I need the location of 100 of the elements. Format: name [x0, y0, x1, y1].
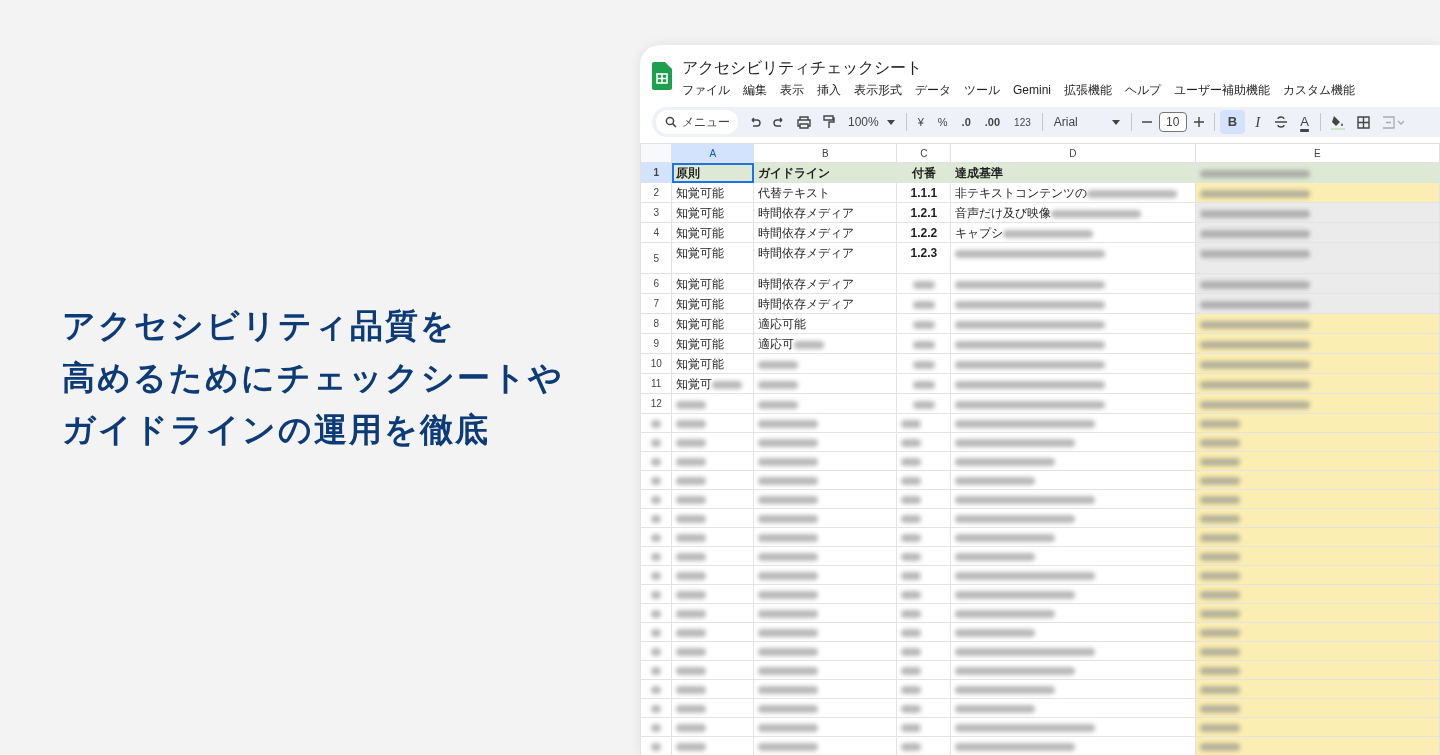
blurred-text: [901, 647, 922, 656]
column-header[interactable]: D: [950, 143, 1196, 163]
blurred-text: [676, 438, 707, 447]
table-cell: 1.2.3: [910, 246, 938, 260]
blurred-text: [758, 571, 819, 580]
document-title[interactable]: アクセシビリティチェックシート: [682, 57, 1355, 79]
menu-item[interactable]: 挿入: [817, 81, 841, 99]
number-format-button[interactable]: 123: [1008, 110, 1037, 134]
menu-item[interactable]: 表示形式: [854, 81, 902, 99]
blurred-text: [758, 400, 799, 409]
blurred-text: [651, 571, 662, 580]
table-cell: 知覚可能: [676, 206, 725, 220]
table-cell: 時間依存メディア: [758, 277, 855, 291]
fill-color-icon[interactable]: [1330, 114, 1345, 130]
column-header[interactable]: E: [1195, 143, 1440, 163]
decrease-decimal-button[interactable]: .0: [955, 110, 977, 134]
menu-item[interactable]: 表示: [780, 81, 804, 99]
percent-button[interactable]: %: [931, 110, 954, 134]
blurred-text: [651, 514, 662, 523]
blurred-text: [1199, 685, 1240, 694]
blurred-text: [758, 476, 819, 485]
blurred-text: [758, 609, 819, 618]
blurred-text: [1199, 742, 1240, 751]
increase-decimal-button[interactable]: .00: [978, 110, 1007, 134]
blurred-text: [1199, 438, 1240, 447]
merge-cells-icon[interactable]: [1381, 115, 1404, 129]
spreadsheet-logo-icon[interactable]: [652, 62, 672, 90]
blurred-text: [1199, 704, 1240, 713]
menu-item[interactable]: ヘルプ: [1125, 81, 1161, 99]
menu-item[interactable]: 拡張機能: [1064, 81, 1112, 99]
menu-item[interactable]: 編集: [743, 81, 767, 99]
bold-button[interactable]: B: [1219, 110, 1246, 134]
table-cell: 1.1.1: [910, 186, 938, 200]
blurred-text: [758, 704, 819, 713]
blurred-text: [901, 571, 922, 580]
blurred-text: [1199, 514, 1240, 523]
blurred-text: [901, 666, 922, 675]
currency-button[interactable]: ¥: [911, 110, 930, 134]
font-size-field[interactable]: 10: [1158, 112, 1187, 132]
blurred-text: [651, 495, 662, 504]
column-header[interactable]: A: [671, 143, 754, 163]
blurred-text: [1199, 628, 1240, 637]
blurred-text: [758, 590, 819, 599]
blurred-text: [901, 685, 922, 694]
redo-icon[interactable]: [773, 116, 785, 128]
blurred-text: [901, 514, 922, 523]
blurred-text: [651, 419, 662, 428]
blurred-text: [912, 400, 935, 409]
blurred-text: [651, 590, 662, 599]
blurred-text: [676, 571, 707, 580]
column-title: 付番: [911, 166, 936, 180]
menu-item[interactable]: ツール: [964, 81, 1000, 99]
row-number: 7: [640, 293, 672, 314]
blurred-text: [676, 419, 707, 428]
row-number: 3: [640, 202, 672, 223]
blurred-text: [1199, 609, 1240, 618]
blurred-text: [676, 495, 707, 504]
blurred-text: [1199, 723, 1240, 732]
blurred-text: [676, 457, 707, 466]
blurred-text: [676, 590, 707, 599]
blurred-text: [901, 438, 922, 447]
menu-item[interactable]: カスタム機能: [1283, 81, 1355, 99]
column-header[interactable]: B: [753, 143, 897, 163]
menu-item[interactable]: ユーザー補助機能: [1174, 81, 1270, 99]
table-cell: 知覚可能: [676, 337, 725, 351]
print-icon[interactable]: [797, 115, 811, 129]
blurred-text: [901, 495, 922, 504]
italic-button[interactable]: I: [1247, 110, 1269, 134]
menu-item[interactable]: Gemini: [1013, 81, 1051, 99]
blurred-text: [1199, 666, 1240, 675]
blurred-text: [758, 552, 819, 561]
strikethrough-icon[interactable]: [1275, 116, 1288, 128]
headline-line: ガイドラインの運用を徹底: [62, 409, 490, 450]
blurred-text: [676, 514, 707, 523]
column-header[interactable]: C: [896, 143, 951, 163]
headline-line: 高めるためにチェックシートや: [62, 357, 564, 398]
blurred-text: [712, 380, 743, 389]
blurred-text: [758, 685, 819, 694]
blurred-text: [651, 723, 662, 732]
borders-icon[interactable]: [1356, 115, 1370, 129]
row-number: 10: [640, 353, 672, 374]
blurred-text: [676, 400, 707, 409]
undo-icon[interactable]: [749, 116, 761, 128]
row-number: 4: [640, 222, 672, 243]
blurred-text: [758, 419, 819, 428]
blurred-text: [1199, 647, 1240, 656]
blurred-text: [758, 742, 819, 751]
menu-search-field[interactable]: メニュー: [656, 110, 738, 134]
row-number: 2: [640, 182, 672, 203]
table-cell: キャプシ: [955, 226, 1004, 240]
zoom-dropdown[interactable]: 100%: [842, 110, 901, 134]
menu-item[interactable]: データ: [915, 81, 951, 99]
text-color-button[interactable]: A: [1294, 110, 1315, 134]
blurred-text: [676, 609, 707, 618]
menu-item[interactable]: ファイル: [682, 81, 730, 99]
blurred-text: [912, 340, 935, 349]
font-dropdown[interactable]: Arial: [1047, 110, 1126, 134]
plus-icon[interactable]: [1193, 117, 1204, 127]
table-cell: 適応可能: [758, 317, 807, 331]
paint-roller-icon[interactable]: [823, 115, 835, 129]
